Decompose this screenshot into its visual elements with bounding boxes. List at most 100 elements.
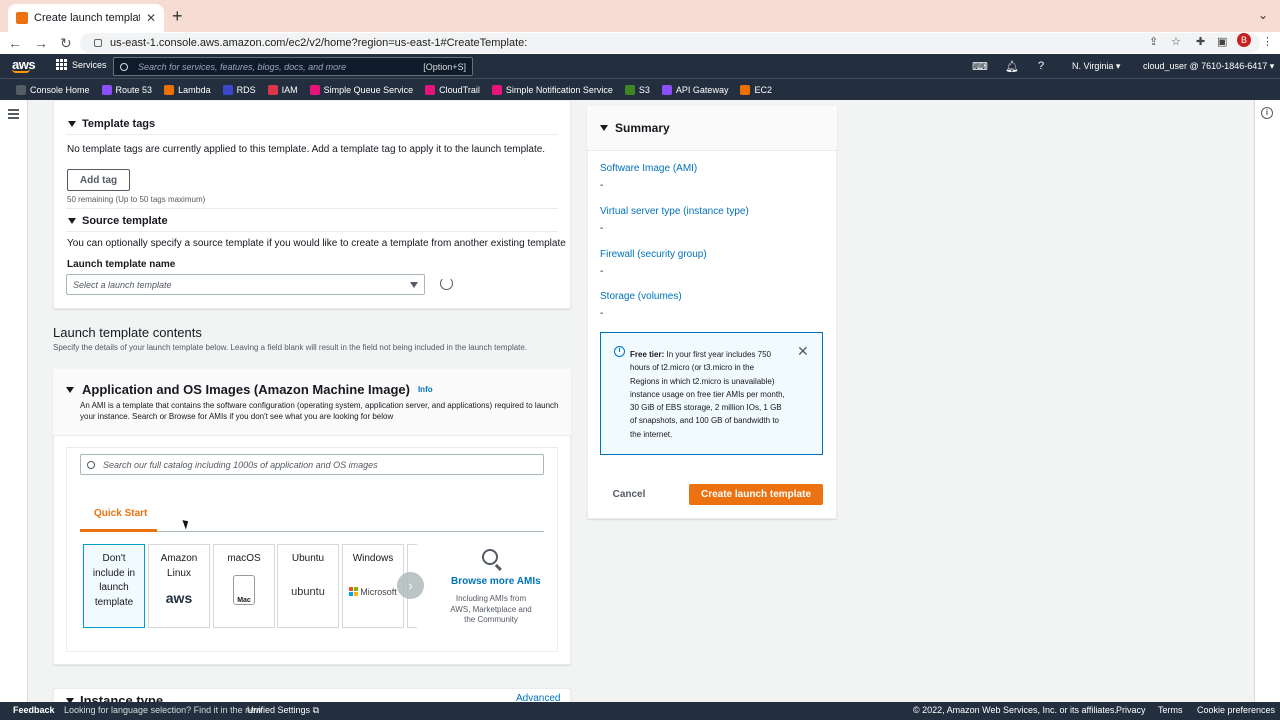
favorite-api-gateway[interactable]: API Gateway [661,84,729,95]
privacy-link[interactable]: Privacy [1116,705,1146,715]
back-icon[interactable]: ← [8,35,22,51]
refresh-icon[interactable] [440,277,453,290]
services-menu-button[interactable]: Services [56,59,107,70]
ami-description: An AMI is a template that contains the s… [80,401,559,421]
template-tags-toggle[interactable]: Template tags [68,118,155,130]
favorite-simple-notification-service[interactable]: Simple Notification Service [491,84,613,95]
favorite-iam[interactable]: IAM [267,84,298,95]
favorite-cloudtrail[interactable]: CloudTrail [425,84,480,95]
favorite-label: IAM [281,84,298,95]
reload-icon[interactable]: ↻ [60,35,72,52]
aws-favicon-icon [16,12,28,24]
favorite-label: API Gateway [675,84,729,95]
favorite-ec2[interactable]: EC2 [740,84,772,95]
active-tab-indicator [80,529,157,532]
search-icon [120,62,128,71]
mac-logo-icon: Mac [233,574,255,605]
summary-ami-link[interactable]: Software Image (AMI) [600,163,697,174]
close-icon[interactable]: ✕ [797,343,809,360]
help-icon[interactable]: ? [1038,60,1044,72]
profile-avatar[interactable]: B [1237,33,1251,47]
favorite-label: Simple Queue Service [323,84,414,95]
language-text: Looking for language selection? Find it … [64,705,262,715]
summary-instance-type-value: - [600,223,604,234]
ubuntu-logo-icon: ubuntu [291,585,325,598]
summary-instance-type-link[interactable]: Virtual server type (instance type) [600,206,749,217]
favorite-route-53[interactable]: Route 53 [101,84,152,95]
sidebar-icon[interactable]: ▣ [1217,35,1227,48]
summary-storage-value: - [600,308,604,319]
url-text: us-east-1.console.aws.amazon.com/ec2/v2/… [110,37,528,49]
unified-settings-link[interactable]: Unified Settings ⧉ [247,705,319,716]
ami-section-toggle[interactable]: Application and OS Images (Amazon Machin… [66,382,433,397]
launch-template-select[interactable]: Select a launch template [66,274,425,295]
extensions-icon[interactable]: ✚ [1196,35,1205,48]
aws-logo-icon: aws [165,590,193,606]
star-icon[interactable]: ☆ [1171,35,1181,48]
ami-card-ubuntu[interactable]: Ubuntu ubuntu [277,544,339,628]
region-selector[interactable]: N. Virginia ▾ [1072,61,1120,72]
browser-menu-icon[interactable]: ⋮ [1262,35,1273,48]
favorite-label: CloudTrail [439,84,480,95]
browser-tab[interactable]: Create launch template | EC2 M ✕ [8,4,164,32]
grid-icon [56,59,67,70]
cancel-button[interactable]: Cancel [600,484,658,505]
aws-logo[interactable]: aws [12,57,36,73]
create-launch-template-button[interactable]: Create launch template [689,484,823,505]
favorite-label: RDS [236,84,256,95]
caret-down-icon [68,121,76,127]
ami-card-macos[interactable]: macOS Mac [213,544,275,628]
terms-link[interactable]: Terms [1158,705,1183,715]
caret-down-icon [410,281,418,288]
ami-info-link[interactable]: Info [418,385,433,394]
feedback-link[interactable]: Feedback [13,705,55,715]
ami-search-input[interactable]: Search our full catalog including 1000s … [80,454,544,475]
services-label: Services [72,59,107,70]
cookie-preferences-link[interactable]: Cookie preferences [1197,705,1275,715]
url-field[interactable]: us-east-1.console.aws.amazon.com/ec2/v2/… [80,33,1260,53]
browse-amis-description: Including AMIs from AWS, Marketplace and… [450,594,532,624]
favorite-rds[interactable]: RDS [222,84,256,95]
ami-card-label: Don't include in launch template [92,553,136,608]
summary-ami-value: - [600,180,604,191]
account-menu[interactable]: cloud_user @ 7610-1846-6417 ▾ [1143,61,1274,72]
tab-quick-start[interactable]: Quick Start [94,508,147,519]
ami-search-placeholder: Search our full catalog including 1000s … [103,459,378,470]
close-tab-icon[interactable]: ✕ [146,11,156,25]
ami-card-label: Ubuntu [291,553,325,564]
ami-card-none[interactable]: Don't include in launch template [83,544,145,628]
service-icon [267,84,278,95]
service-icon [101,84,112,95]
summary-firewall-value: - [600,266,604,277]
aws-search-input[interactable]: Search for services, features, blogs, do… [113,57,473,76]
notifications-bell-icon[interactable]: 🔔︎ [1005,60,1019,73]
add-tag-button[interactable]: Add tag [67,169,130,191]
ami-card-amazon-linux[interactable]: Amazon Linux aws [148,544,210,628]
service-icon [222,84,233,95]
search-icon [482,549,498,565]
browser-tab-bar [0,0,1280,32]
summary-firewall-link[interactable]: Firewall (security group) [600,249,707,260]
favorite-lambda[interactable]: Lambda [164,84,211,95]
new-tab-icon[interactable]: + [172,6,183,27]
summary-storage-link[interactable]: Storage (volumes) [600,291,682,302]
ami-card-windows[interactable]: Windows Microsoft [342,544,404,628]
chevron-down-icon[interactable]: ⌄ [1258,8,1268,22]
tab-title: Create launch template | EC2 M [34,12,140,24]
service-icon [164,84,175,95]
forward-icon[interactable]: → [34,35,48,51]
service-icon [661,84,672,95]
favorite-console-home[interactable]: Console Home [16,84,90,95]
browse-more-amis-link[interactable]: Browse more AMIs [451,576,541,587]
cloudshell-icon[interactable]: ⌨ [972,60,988,73]
source-template-toggle[interactable]: Source template [68,215,168,227]
info-panel-icon[interactable]: i [1261,107,1273,119]
favorite-label: S3 [638,84,650,95]
service-icon [425,84,436,95]
hamburger-menu-icon[interactable] [8,109,19,121]
summary-toggle[interactable]: Summary [600,121,670,135]
carousel-next-icon[interactable]: › [397,572,424,599]
favorite-s3[interactable]: S3 [624,84,650,95]
favorite-simple-queue-service[interactable]: Simple Queue Service [309,84,414,95]
share-icon[interactable]: ⇪ [1149,35,1158,48]
